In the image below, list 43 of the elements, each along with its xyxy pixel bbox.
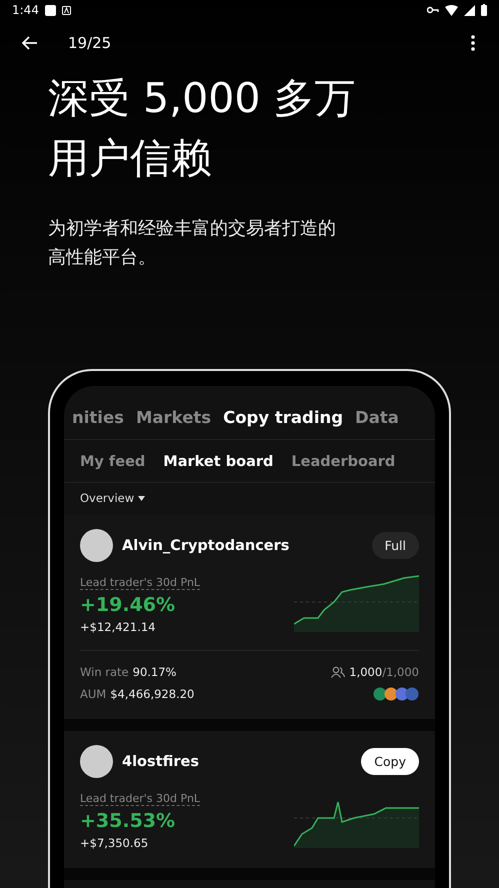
page-counter: 19/25 <box>68 34 112 52</box>
avatar-photo-placeholder <box>80 745 113 778</box>
trader-name[interactable]: 4lostfires <box>122 754 199 770</box>
signal-icon <box>464 4 475 16</box>
app-notification-icon <box>62 6 71 14</box>
pnl-percent: +35.53% <box>80 810 176 832</box>
trader-name[interactable]: Alvin_Cryptodancers <box>122 538 290 554</box>
win-rate-label: Win rate <box>80 665 129 679</box>
pnl-amount: +$12,421.14 <box>80 620 156 634</box>
sub-tab[interactable]: My feed <box>80 454 146 470</box>
category-tab[interactable]: nities <box>72 408 124 427</box>
avatar-photo-placeholder <box>80 529 113 562</box>
pnl-amount: +$7,350.65 <box>80 836 150 850</box>
copiers-max: /1,000 <box>382 665 419 679</box>
notification-icon <box>44 4 56 16</box>
full-button[interactable]: Full <box>372 532 419 559</box>
headline: 用户信赖 <box>48 133 212 184</box>
back-icon[interactable] <box>22 36 38 50</box>
wifi-icon <box>445 4 458 16</box>
sub-tab[interactable]: Leaderboard <box>291 454 396 470</box>
key-icon <box>427 6 439 14</box>
aum-value: $4,466,928.20 <box>110 687 194 701</box>
category-tab[interactable]: Copy trading <box>223 408 344 427</box>
status-time: 1:44 <box>12 3 39 17</box>
more-options-icon[interactable] <box>471 35 475 51</box>
coin-icons-drawing <box>373 687 419 701</box>
subtitle: 为初学者和经验丰富的交易者打造的 <box>48 217 336 241</box>
headline: 深受 5,000 多万 <box>48 73 356 124</box>
overview-filter[interactable]: Overview <box>80 491 134 505</box>
copiers-count: 1,000 <box>349 665 382 679</box>
win-rate-value: 90.17% <box>132 665 176 679</box>
aum-label: AUM <box>80 687 106 701</box>
copy-button[interactable]: Copy <box>361 748 419 775</box>
category-tab[interactable]: Data <box>355 408 399 427</box>
battery-icon <box>481 4 487 16</box>
pnl-label: Lead trader's 30d PnL <box>80 576 200 590</box>
category-tab[interactable]: Markets <box>136 408 212 427</box>
pnl-percent: +19.46% <box>80 594 176 616</box>
sub-tab[interactable]: Market board <box>163 454 274 470</box>
dropdown-caret-icon[interactable] <box>138 496 146 500</box>
pnl-label: Lead trader's 30d PnL <box>80 792 200 806</box>
subtitle: 高性能平台。 <box>48 246 156 270</box>
people-icon <box>331 666 346 678</box>
